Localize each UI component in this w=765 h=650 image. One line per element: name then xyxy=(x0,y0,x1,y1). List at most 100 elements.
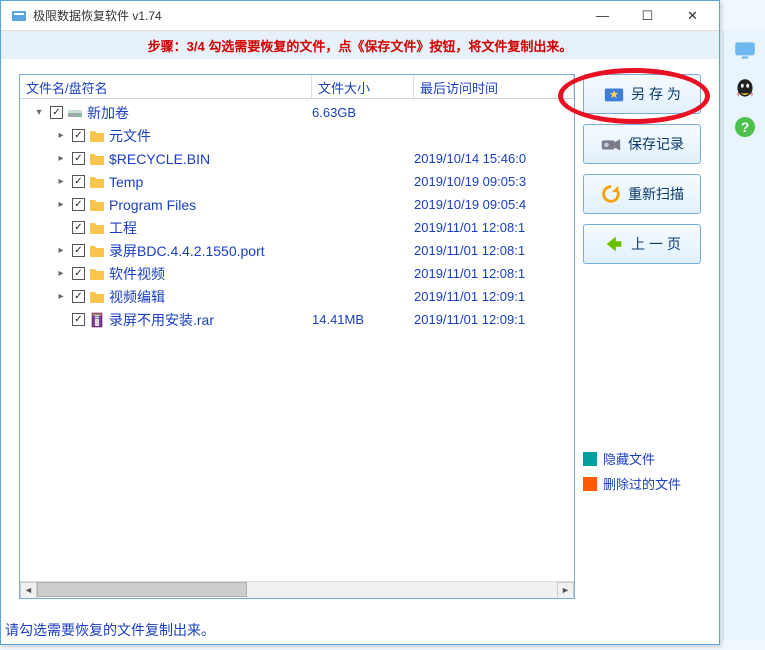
checkbox[interactable] xyxy=(72,129,85,142)
app-icon xyxy=(11,8,27,24)
file-label: Program Files xyxy=(109,197,196,213)
file-label: $RECYCLE.BIN xyxy=(109,151,210,167)
expander-icon[interactable]: ▸ xyxy=(54,267,68,281)
expander-icon[interactable]: ▸ xyxy=(54,198,68,212)
prev-page-button[interactable]: 上 一 页 xyxy=(583,224,701,264)
dock-monitor-icon[interactable] xyxy=(730,36,760,66)
tree-row[interactable]: ▸ Program Files 2019/10/19 09:05:4 xyxy=(20,193,574,216)
checkbox[interactable] xyxy=(72,313,85,326)
camcorder-icon xyxy=(600,133,622,155)
step-banner: 步骤：3/4 勾选需要恢复的文件，点《保存文件》按钮，将文件复制出来。 xyxy=(1,31,719,59)
file-size: 14.41MB xyxy=(312,312,414,327)
scroll-thumb[interactable] xyxy=(37,582,247,597)
rescan-button[interactable]: 重新扫描 xyxy=(583,174,701,214)
dock-qq-icon[interactable] xyxy=(730,74,760,104)
folder-icon xyxy=(89,197,105,213)
tree-row[interactable]: ▸ 录屏BDC.4.4.2.1550.port 2019/11/01 12:08:1 xyxy=(20,239,574,262)
folder-icon xyxy=(89,174,105,190)
column-header-size[interactable]: 文件大小 xyxy=(312,75,414,98)
file-date: 2019/11/01 12:08:1 xyxy=(414,243,574,258)
scroll-track[interactable] xyxy=(37,582,557,599)
expander-icon[interactable]: ▸ xyxy=(54,152,68,166)
save-record-button[interactable]: 保存记录 xyxy=(583,124,701,164)
file-date: 2019/11/01 12:08:1 xyxy=(414,266,574,281)
arrow-left-icon xyxy=(603,233,625,255)
checkbox[interactable] xyxy=(72,244,85,257)
tree-row[interactable]: ▾ 新加卷 6.63GB xyxy=(20,101,574,124)
file-date: 2019/10/14 15:46:0 xyxy=(414,151,574,166)
file-size: 6.63GB xyxy=(312,105,414,120)
file-label: 元文件 xyxy=(109,126,151,146)
svg-text:?: ? xyxy=(740,119,749,135)
checkbox[interactable] xyxy=(72,221,85,234)
file-label: 新加卷 xyxy=(87,103,129,123)
tree-row[interactable]: ▸ 元文件 xyxy=(20,124,574,147)
tree-row[interactable]: ▸ Temp 2019/10/19 09:05:3 xyxy=(20,170,574,193)
expander-icon[interactable]: ▸ xyxy=(54,290,68,304)
folder-icon xyxy=(89,266,105,282)
main-window: 极限数据恢复软件 v1.74 ― ☐ ✕ 步骤：3/4 勾选需要恢复的文件，点《… xyxy=(0,0,720,645)
column-header-date[interactable]: 最后访问时间 xyxy=(414,75,574,98)
file-list-panel: 文件名/盘符名 文件大小 最后访问时间 ▾ 新加卷 6.63GB ▸ 元文件 ▸ $RECY… xyxy=(19,74,575,599)
checkbox[interactable] xyxy=(72,152,85,165)
legend-deleted-swatch xyxy=(583,477,597,491)
file-date: 2019/10/19 09:05:3 xyxy=(414,174,574,189)
prev-page-label: 上 一 页 xyxy=(631,234,681,254)
column-headers: 文件名/盘符名 文件大小 最后访问时间 xyxy=(20,75,574,99)
refresh-icon xyxy=(600,183,622,205)
file-tree[interactable]: ▾ 新加卷 6.63GB ▸ 元文件 ▸ $RECYCLE.BIN 2019/10/14 15… xyxy=(20,99,574,581)
close-button[interactable]: ✕ xyxy=(670,2,715,30)
expander-icon[interactable]: ▸ xyxy=(54,244,68,258)
dock-help-icon[interactable]: ? xyxy=(730,112,760,142)
minimize-button[interactable]: ― xyxy=(580,2,625,30)
checkbox[interactable] xyxy=(72,290,85,303)
star-folder-icon xyxy=(603,83,625,105)
file-label: 软件视频 xyxy=(109,264,165,284)
file-date: 2019/11/01 12:09:1 xyxy=(414,289,574,304)
tree-row[interactable]: ▸视频编辑2019/11/01 12:09:1 xyxy=(20,285,574,308)
rescan-label: 重新扫描 xyxy=(628,184,684,204)
legend-deleted-label: 删除过的文件 xyxy=(603,474,681,493)
tree-row[interactable]: 工程2019/11/01 12:08:1 xyxy=(20,216,574,239)
file-label: Temp xyxy=(109,174,143,190)
tree-row[interactable]: ▸ $RECYCLE.BIN 2019/10/14 15:46:0 xyxy=(20,147,574,170)
scroll-left-arrow-icon[interactable]: ◄ xyxy=(20,582,37,599)
file-date: 2019/11/01 12:09:1 xyxy=(414,312,574,327)
action-sidebar: 另 存 为 保存记录 重新扫描 上 一 页 隐藏文件 xyxy=(583,74,701,599)
legend-deleted: 删除过的文件 xyxy=(583,474,701,493)
expander-icon[interactable]: ▸ xyxy=(54,175,68,189)
checkbox[interactable] xyxy=(50,106,63,119)
checkbox[interactable] xyxy=(72,198,85,211)
save-record-label: 保存记录 xyxy=(628,134,684,154)
folder-icon xyxy=(89,243,105,259)
expander-icon[interactable]: ▸ xyxy=(54,129,68,143)
scroll-right-arrow-icon[interactable]: ► xyxy=(557,582,574,599)
expander-icon[interactable] xyxy=(54,221,68,235)
folder-icon xyxy=(89,220,105,236)
file-label: 录屏不用安装.rar xyxy=(109,310,214,330)
expander-icon[interactable] xyxy=(54,313,68,327)
right-dock: ? xyxy=(723,30,765,640)
drive-icon xyxy=(67,105,83,121)
file-date: 2019/10/19 09:05:4 xyxy=(414,197,574,212)
titlebar: 极限数据恢复软件 v1.74 ― ☐ ✕ xyxy=(1,1,719,31)
save-as-label: 另 存 为 xyxy=(631,84,681,104)
legend-hidden: 隐藏文件 xyxy=(583,449,701,468)
checkbox[interactable] xyxy=(72,175,85,188)
tree-row[interactable]: 录屏不用安装.rar 14.41MB2019/11/01 12:09:1 xyxy=(20,308,574,331)
column-header-name[interactable]: 文件名/盘符名 xyxy=(20,75,312,98)
horizontal-scrollbar[interactable]: ◄ ► xyxy=(20,581,574,598)
save-as-button[interactable]: 另 存 为 xyxy=(583,74,701,114)
rar-icon xyxy=(89,312,105,328)
folder-icon xyxy=(89,128,105,144)
file-label: 工程 xyxy=(109,218,137,238)
file-label: 录屏BDC.4.4.2.1550.port xyxy=(109,241,265,261)
legend-hidden-label: 隐藏文件 xyxy=(603,449,655,468)
legend: 隐藏文件 删除过的文件 xyxy=(583,439,701,599)
tree-row[interactable]: ▸ 软件视频 2019/11/01 12:08:1 xyxy=(20,262,574,285)
window-title: 极限数据恢复软件 v1.74 xyxy=(33,7,580,24)
maximize-button[interactable]: ☐ xyxy=(625,2,670,30)
expander-icon[interactable]: ▾ xyxy=(32,106,46,120)
folder-icon xyxy=(89,151,105,167)
checkbox[interactable] xyxy=(72,267,85,280)
